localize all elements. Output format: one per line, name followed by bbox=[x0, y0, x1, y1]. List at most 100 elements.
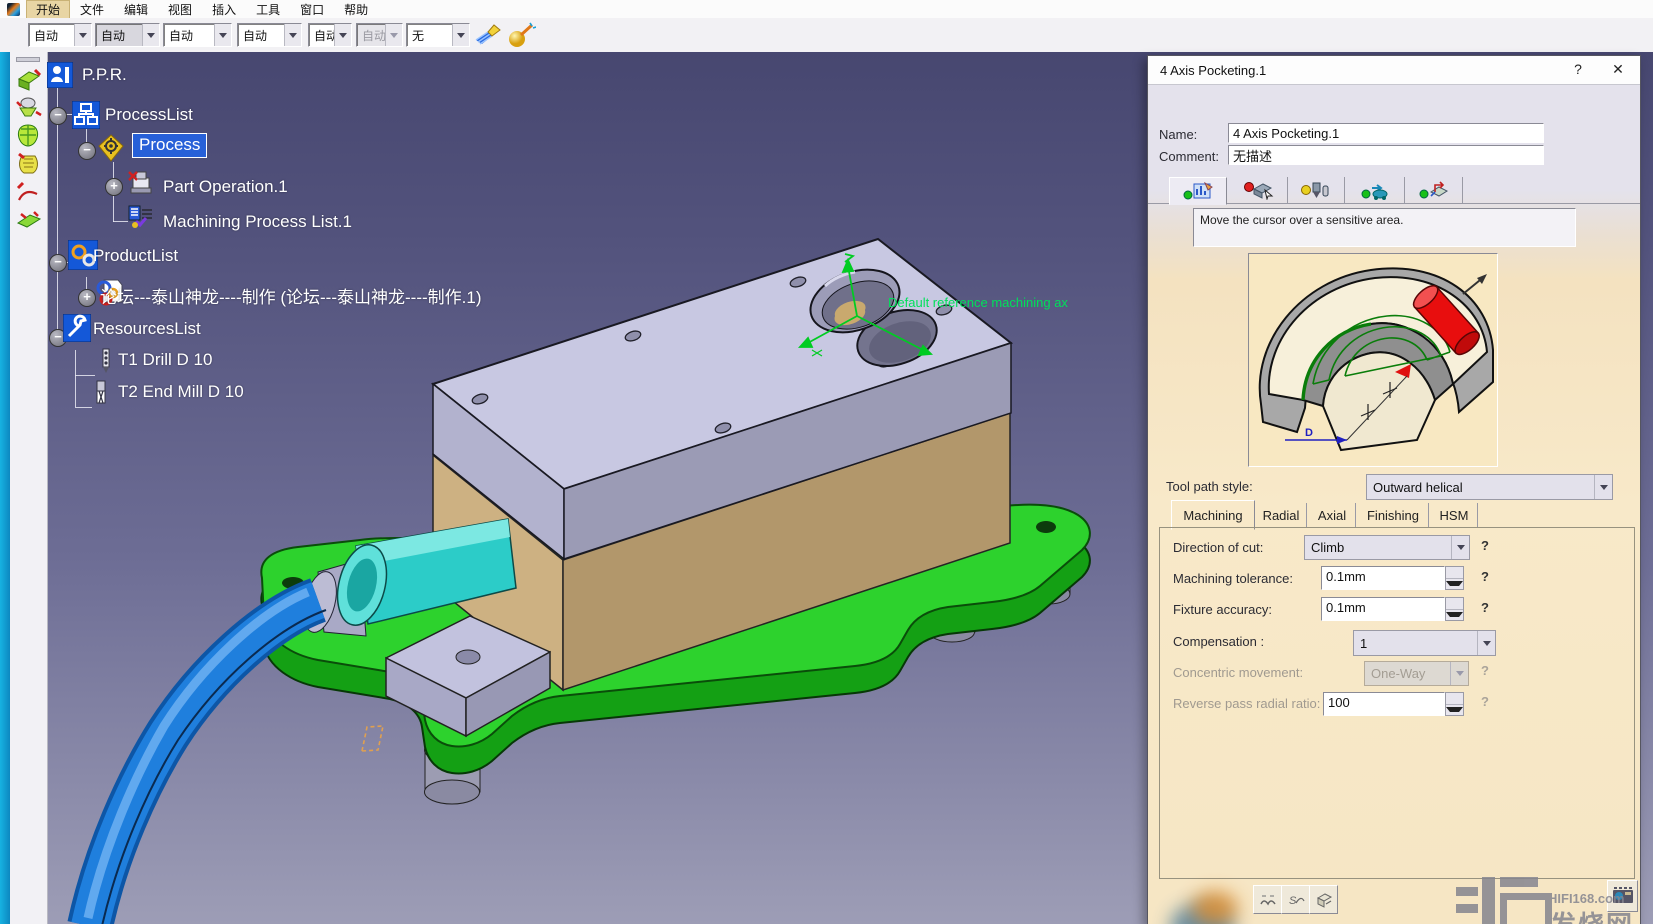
comment-input[interactable] bbox=[1228, 145, 1544, 165]
combo-dropdown-button[interactable] bbox=[214, 24, 231, 46]
dialog-titlebar[interactable]: 4 Axis Pocketing.1 ? ✕ bbox=[1148, 56, 1640, 85]
tab-tool[interactable] bbox=[1288, 177, 1345, 203]
comment-label: Comment: bbox=[1159, 149, 1219, 164]
part-operation-icon[interactable] bbox=[127, 168, 155, 196]
fixture-accuracy-value: 0.1mm bbox=[1321, 597, 1445, 621]
dimension-label: D bbox=[1305, 427, 1313, 439]
combo-auto-1[interactable]: 自动 bbox=[28, 23, 92, 47]
combo-value: 自动 bbox=[238, 27, 284, 44]
combo-dropdown-button[interactable] bbox=[74, 24, 91, 46]
help-fixture-accuracy[interactable]: ? bbox=[1481, 600, 1489, 615]
tree-node-ppr[interactable]: P.P.R. bbox=[82, 65, 127, 85]
machining-process-list-icon[interactable] bbox=[128, 204, 154, 230]
tab-geometry[interactable] bbox=[1231, 177, 1288, 203]
combo-value: 自动 bbox=[96, 27, 142, 44]
tree-node-processlist[interactable]: ProcessList bbox=[105, 105, 193, 125]
processlist-icon[interactable] bbox=[72, 101, 100, 129]
combo-auto-3[interactable]: 自动 bbox=[163, 23, 232, 47]
reverse-pass-radial-ratio-spin[interactable]: 100 bbox=[1323, 692, 1464, 716]
top-toolbar: 自动 自动 自动 自动 自动 自动 无 bbox=[0, 18, 1653, 53]
tree-node-process-selected[interactable]: Process bbox=[132, 133, 207, 158]
combo-value: 自动 bbox=[357, 27, 385, 44]
help-direction-of-cut[interactable]: ? bbox=[1481, 538, 1489, 553]
menu-insert[interactable]: 插入 bbox=[202, 0, 246, 19]
expander-processlist[interactable]: − bbox=[49, 107, 67, 125]
svg-text:S: S bbox=[1289, 895, 1297, 907]
tree-node-t1-drill[interactable]: T1 Drill D 10 bbox=[118, 350, 212, 370]
resourceslist-icon[interactable] bbox=[63, 314, 91, 342]
name-input[interactable] bbox=[1228, 123, 1544, 143]
tab-feeds-speeds[interactable] bbox=[1348, 177, 1405, 203]
expander-process[interactable]: − bbox=[78, 142, 96, 160]
combo-dropdown-button[interactable] bbox=[142, 24, 159, 46]
direction-of-cut-label: Direction of cut: bbox=[1173, 540, 1263, 555]
tree-node-resourceslist[interactable]: ResourcesList bbox=[93, 319, 201, 339]
menu-window[interactable]: 窗口 bbox=[290, 0, 334, 19]
expander-productlist[interactable]: − bbox=[49, 254, 67, 272]
spinner-buttons[interactable] bbox=[1445, 566, 1464, 590]
sensitive-area-message: Move the cursor over a sensitive area. bbox=[1193, 208, 1576, 247]
combo-dropdown-button[interactable] bbox=[284, 24, 301, 46]
reverse-pass-radial-ratio-label: Reverse pass radial ratio: bbox=[1173, 696, 1320, 711]
compensation-select[interactable]: 1 bbox=[1353, 630, 1496, 656]
film-preview-button[interactable] bbox=[1607, 880, 1638, 912]
ppr-icon[interactable] bbox=[47, 62, 73, 88]
menu-start[interactable]: 开始 bbox=[26, 0, 70, 19]
dialog-close-button[interactable]: ✕ bbox=[1608, 61, 1628, 79]
tab-strategy[interactable] bbox=[1169, 177, 1227, 205]
tab-hsm[interactable]: HSM bbox=[1431, 503, 1478, 527]
menu-edit[interactable]: 编辑 bbox=[114, 0, 158, 19]
menu-file[interactable]: 文件 bbox=[70, 0, 114, 19]
spinner-buttons[interactable] bbox=[1445, 692, 1464, 716]
combo-auto-6-disabled: 自动 bbox=[356, 23, 403, 47]
simulation-button[interactable] bbox=[1309, 885, 1338, 914]
tree-node-machining-process-list[interactable]: Machining Process List.1 bbox=[163, 212, 352, 232]
menu-help[interactable]: 帮助 bbox=[334, 0, 378, 19]
drill-tool-icon[interactable] bbox=[98, 348, 114, 374]
combo-dropdown-button[interactable] bbox=[334, 24, 351, 46]
tool-path-style-value: Outward helical bbox=[1367, 480, 1594, 495]
combo-dropdown-button[interactable] bbox=[452, 24, 469, 46]
machining-tolerance-spin[interactable]: 0.1mm bbox=[1321, 566, 1464, 590]
replay-rough-button[interactable] bbox=[1253, 885, 1282, 914]
tab-radial[interactable]: Radial bbox=[1256, 503, 1307, 527]
dropdown-chevron[interactable] bbox=[1594, 475, 1612, 499]
dropdown-chevron[interactable] bbox=[1477, 631, 1495, 655]
tree-node-t2-endmill[interactable]: T2 End Mill D 10 bbox=[118, 382, 244, 402]
fixture-accuracy-spin[interactable]: 0.1mm bbox=[1321, 597, 1464, 621]
tab-finishing[interactable]: Finishing bbox=[1358, 503, 1429, 527]
spinner-buttons[interactable] bbox=[1445, 597, 1464, 621]
end-mill-tool-icon[interactable] bbox=[93, 380, 109, 406]
tab-macros[interactable] bbox=[1406, 177, 1463, 203]
magic-material-icon[interactable] bbox=[506, 21, 536, 49]
menu-tools[interactable]: 工具 bbox=[246, 0, 290, 19]
tree-node-productlist[interactable]: ProductList bbox=[93, 246, 178, 266]
expander-product-item[interactable]: + bbox=[78, 289, 96, 307]
combo-auto-5[interactable]: 自动 bbox=[308, 23, 352, 47]
dialog-help-button[interactable]: ? bbox=[1568, 61, 1588, 79]
fixture-accuracy-label: Fixture accuracy: bbox=[1173, 602, 1272, 617]
tool-path-style-label: Tool path style: bbox=[1166, 479, 1253, 494]
dialog-body: Name: Comment: bbox=[1148, 85, 1640, 924]
tab-axial[interactable]: Axial bbox=[1309, 503, 1356, 527]
combo-auto-4[interactable]: 自动 bbox=[237, 23, 302, 47]
combo-value: 无 bbox=[407, 27, 452, 44]
strategy-illustration: D bbox=[1248, 253, 1498, 467]
direction-of-cut-select[interactable]: Climb bbox=[1304, 535, 1470, 560]
expander-part-operation[interactable]: + bbox=[105, 178, 123, 196]
combo-none[interactable]: 无 bbox=[406, 23, 470, 47]
replay-smooth-button[interactable]: S bbox=[1281, 885, 1310, 914]
help-machining-tolerance[interactable]: ? bbox=[1481, 569, 1489, 584]
combo-auto-2[interactable]: 自动 bbox=[95, 23, 160, 47]
dropdown-chevron[interactable] bbox=[1451, 536, 1469, 559]
concentric-movement-label: Concentric movement: bbox=[1173, 665, 1303, 680]
tree-node-product-item[interactable]: 论坛---泰山神龙----制作 (论坛---泰山神龙----制作.1) bbox=[100, 283, 481, 308]
tool-path-style-select[interactable]: Outward helical bbox=[1366, 474, 1613, 500]
axis-annotation: Default reference machining ax bbox=[888, 295, 1068, 310]
tree-node-part-operation[interactable]: Part Operation.1 bbox=[163, 177, 288, 197]
paintbrush-icon[interactable] bbox=[474, 22, 502, 48]
name-label: Name: bbox=[1159, 127, 1197, 142]
menu-view[interactable]: 视图 bbox=[158, 0, 202, 19]
process-icon[interactable] bbox=[98, 134, 124, 162]
tab-machining[interactable]: Machining bbox=[1171, 500, 1255, 530]
